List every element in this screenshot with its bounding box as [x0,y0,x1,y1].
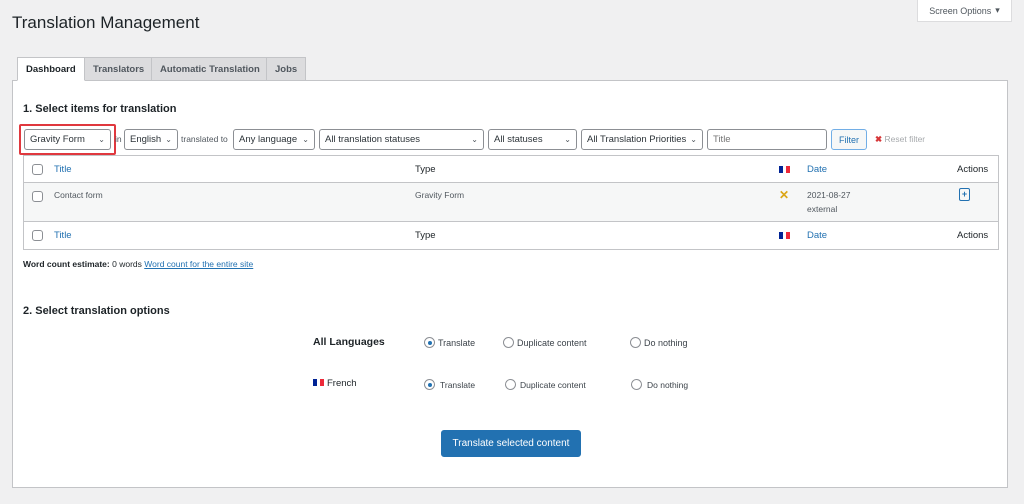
table-row: Contact form Gravity Form ✕ 2021-08-27 e… [24,183,998,222]
target-language-select[interactable]: Any language ⌄ [233,129,315,150]
french-translate-radio[interactable] [424,379,435,390]
chevron-down-icon: ⌄ [564,135,571,144]
all-duplicate-label: Duplicate content [517,338,587,348]
date-column-header[interactable]: Date [807,164,827,175]
all-translate-label: Translate [438,338,476,348]
chevron-down-icon: ⌄ [98,135,105,144]
chevron-down-icon: ⌄ [302,135,309,144]
status-value: All statuses [494,134,543,145]
source-language-select[interactable]: English ⌄ [124,129,178,150]
translation-status-value: All translation statuses [325,134,421,145]
reset-filter-label: Reset filter [884,134,926,144]
x-icon: ✖ [875,134,883,144]
word-count-estimate: Word count estimate: 0 words Word count … [23,259,253,269]
reset-filter-link[interactable]: ✖ Reset filter [875,134,925,145]
tab-automatic-translation[interactable]: Automatic Translation [151,57,269,81]
translation-status-select[interactable]: All translation statuses ⌄ [319,129,484,150]
items-table: Title Type Date Actions Contact form Gra… [23,155,999,250]
filter-button[interactable]: Filter [831,129,867,150]
all-translate-radio[interactable] [424,337,435,348]
priority-select[interactable]: All Translation Priorities ⌄ [581,129,703,150]
french-flag-icon [779,232,791,239]
french-nothing-radio[interactable] [631,379,642,390]
translate-selected-button[interactable]: Translate selected content [441,430,581,457]
target-language-value: Any language [239,134,298,145]
caret-down-icon: ▾ [995,5,1000,15]
title-search-input[interactable] [707,129,827,150]
french-flag-icon [779,166,791,173]
all-duplicate-radio[interactable] [503,337,514,348]
chevron-down-icon: ⌄ [690,135,697,144]
french-translate-label: Translate [440,380,476,390]
word-count-site-link[interactable]: Word count for the entire site [144,259,253,269]
row-type: Gravity Form [415,190,465,200]
word-count-value: 0 words [112,259,142,269]
french-flag-icon [313,379,325,386]
screen-options-button[interactable]: Screen Options ▾ [917,0,1012,22]
type-column-footer: Type [415,230,436,241]
word-count-label: Word count estimate: [23,259,110,269]
title-column-header[interactable]: Title [54,164,72,175]
table-footer: Title Type Date Actions [24,222,998,249]
all-languages-label: All Languages [313,336,385,348]
type-column-header: Type [415,164,436,175]
select-all-checkbox-footer[interactable] [32,230,43,241]
x-icon[interactable]: ✕ [779,188,789,202]
tab-jobs[interactable]: Jobs [266,57,307,81]
all-nothing-label: Do nothing [644,338,688,348]
page-title: Translation Management [12,13,200,32]
french-duplicate-label: Duplicate content [520,380,586,390]
table-header: Title Type Date Actions [24,156,998,183]
translated-to-label: translated to [181,134,228,144]
row-title: Contact form [54,190,103,200]
actions-column-footer: Actions [957,230,989,241]
tab-dashboard[interactable]: Dashboard [17,57,85,81]
priority-value: All Translation Priorities [587,134,687,145]
type-select[interactable]: Gravity Form ⌄ [24,129,111,150]
chevron-down-icon: ⌄ [165,135,172,144]
section-heading-select-items: 1. Select items for translation [23,103,177,115]
actions-column-header: Actions [957,164,989,175]
row-checkbox[interactable] [32,191,43,202]
row-date: 2021-08-27 [807,190,851,200]
date-column-footer[interactable]: Date [807,230,827,241]
select-all-checkbox[interactable] [32,164,43,175]
screen-options-label: Screen Options [929,5,992,16]
in-label: in [115,134,122,144]
add-translation-icon[interactable]: + [959,188,970,201]
french-nothing-label: Do nothing [647,380,689,390]
status-select[interactable]: All statuses ⌄ [488,129,577,150]
row-source: external [807,204,838,214]
section-heading-translation-options: 2. Select translation options [23,305,170,317]
type-value: Gravity Form [30,134,85,145]
french-label: French [327,378,357,389]
title-column-footer[interactable]: Title [54,230,72,241]
source-language-value: English [130,134,162,145]
all-nothing-radio[interactable] [630,337,641,348]
french-duplicate-radio[interactable] [505,379,516,390]
tab-translators[interactable]: Translators [84,57,154,81]
chevron-down-icon: ⌄ [471,135,478,144]
